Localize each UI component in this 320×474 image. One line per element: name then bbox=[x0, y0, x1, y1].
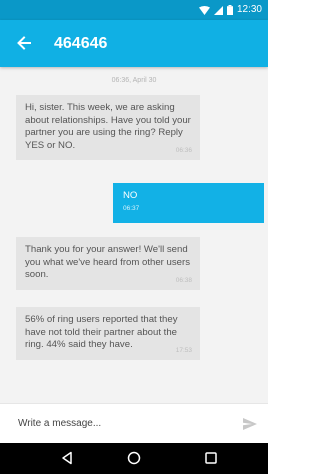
message-list[interactable]: 06:36, April 30 Hi, sister. This week, w… bbox=[0, 67, 268, 403]
arrow-left-icon[interactable] bbox=[14, 33, 34, 53]
status-bar: 12:30 bbox=[0, 0, 268, 20]
battery-icon bbox=[226, 5, 233, 15]
status-time: 12:30 bbox=[236, 4, 262, 15]
back-triangle-icon[interactable] bbox=[60, 451, 74, 465]
app-bar: 464646 bbox=[0, 20, 268, 67]
date-stamp: 06:36, April 30 bbox=[111, 77, 157, 84]
navigation-bar bbox=[0, 443, 268, 474]
signal-icon bbox=[213, 5, 223, 15]
conversation-title: 464646 bbox=[54, 35, 108, 52]
wifi-icon bbox=[198, 5, 210, 15]
message-time: 06:38 bbox=[175, 276, 192, 284]
message-composer bbox=[0, 403, 268, 443]
message-bubble-incoming[interactable]: 56% of ring users reported that they hav… bbox=[16, 307, 200, 360]
messaging-screen: 12:30 464646 06:36, April 30 Hi, sister.… bbox=[0, 0, 268, 474]
status-icons: 12:30 bbox=[198, 4, 262, 16]
message-bubble-outgoing[interactable]: NO 06:37 bbox=[113, 183, 264, 223]
message-time: 06:37 bbox=[123, 204, 140, 212]
home-circle-icon[interactable] bbox=[127, 451, 141, 465]
message-input[interactable] bbox=[18, 414, 218, 432]
send-icon[interactable] bbox=[242, 416, 258, 432]
message-text: Hi, sister. This week, we are asking abo… bbox=[25, 102, 191, 151]
message-bubble-incoming[interactable]: Hi, sister. This week, we are asking abo… bbox=[16, 95, 200, 160]
message-text: NO bbox=[123, 190, 138, 201]
recents-square-icon[interactable] bbox=[204, 451, 218, 465]
message-bubble-incoming[interactable]: Thank you for your answer! We'll send yo… bbox=[16, 237, 200, 290]
